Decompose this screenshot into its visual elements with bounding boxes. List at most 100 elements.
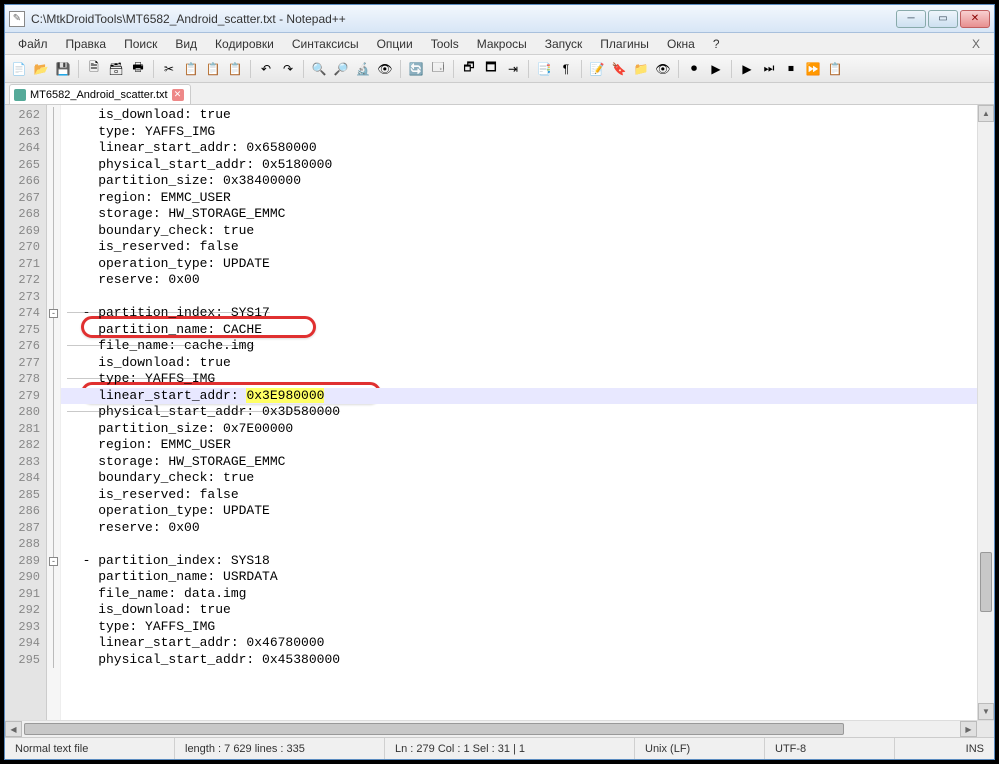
code-line[interactable]: is_reserved: false: [61, 487, 977, 504]
code-line[interactable]: partition_size: 0x7E00000: [61, 421, 977, 438]
code-line[interactable]: type: YAFFS_IMG: [61, 619, 977, 636]
code-line[interactable]: type: YAFFS_IMG: [61, 124, 977, 141]
toolbar-button-17[interactable]: 🗔: [428, 59, 448, 79]
code-line[interactable]: linear_start_addr: 0x46780000: [61, 635, 977, 652]
toolbar-button-5[interactable]: 🖶: [128, 59, 148, 79]
scroll-up-button[interactable]: ▲: [978, 105, 994, 122]
toolbar-button-22[interactable]: ¶: [556, 59, 576, 79]
code-line[interactable]: boundary_check: true: [61, 223, 977, 240]
toolbar-button-7[interactable]: 📋: [181, 59, 201, 79]
code-area[interactable]: is_download: true type: YAFFS_IMG linear…: [61, 105, 977, 720]
toolbar-button-33[interactable]: 📋: [825, 59, 845, 79]
toolbar-button-32[interactable]: ⏩: [803, 59, 823, 79]
menu-плагины[interactable]: Плагины: [593, 35, 656, 53]
code-line[interactable]: is_download: true: [61, 602, 977, 619]
code-line[interactable]: type: YAFFS_IMG: [61, 371, 977, 388]
menu-окна[interactable]: Окна: [660, 35, 702, 53]
vscroll-track[interactable]: [978, 122, 994, 703]
code-line[interactable]: region: EMMC_USER: [61, 437, 977, 454]
toolbar-button-4[interactable]: 🗃: [106, 59, 126, 79]
menu-правка[interactable]: Правка: [59, 35, 114, 53]
menu-?[interactable]: ?: [706, 35, 727, 53]
toolbar-button-18[interactable]: 🗗: [459, 59, 479, 79]
scroll-right-button[interactable]: ▶: [960, 721, 977, 737]
code-line[interactable]: file_name: data.img: [61, 586, 977, 603]
vertical-scrollbar[interactable]: ▲ ▼: [977, 105, 994, 720]
menu-файл[interactable]: Файл: [11, 35, 55, 53]
menubar-close[interactable]: X: [964, 35, 988, 53]
code-line[interactable]: partition_size: 0x38400000: [61, 173, 977, 190]
toolbar-button-16[interactable]: 🔄: [406, 59, 426, 79]
code-line[interactable]: operation_type: UPDATE: [61, 256, 977, 273]
menu-поиск[interactable]: Поиск: [117, 35, 164, 53]
tab-close-button[interactable]: ✕: [172, 89, 184, 101]
code-line[interactable]: storage: HW_STORAGE_EMMC: [61, 454, 977, 471]
code-line[interactable]: partition_name: CACHE: [61, 322, 977, 339]
code-line[interactable]: is_reserved: false: [61, 239, 977, 256]
toolbar-button-9[interactable]: 📋: [225, 59, 245, 79]
menu-макросы[interactable]: Макросы: [470, 35, 534, 53]
toolbar-button-31[interactable]: ⏹: [781, 59, 801, 79]
editor[interactable]: 2622632642652662672682692702712722732742…: [5, 105, 994, 720]
code-line[interactable]: linear_start_addr: 0x3E980000: [61, 388, 977, 405]
toolbar-button-19[interactable]: 🗖: [481, 59, 501, 79]
close-button[interactable]: ✕: [960, 10, 990, 28]
hscroll-track[interactable]: [22, 721, 960, 737]
vscroll-thumb[interactable]: [980, 552, 992, 612]
toolbar-button-20[interactable]: ⇥: [503, 59, 523, 79]
horizontal-scrollbar[interactable]: ◀ ▶: [5, 721, 977, 737]
toolbar-button-30[interactable]: ⏭: [759, 59, 779, 79]
toolbar-button-6[interactable]: ✂: [159, 59, 179, 79]
menu-опции[interactable]: Опции: [370, 35, 420, 53]
menu-синтаксисы[interactable]: Синтаксисы: [285, 35, 366, 53]
code-line[interactable]: operation_type: UPDATE: [61, 503, 977, 520]
toolbar-button-3[interactable]: 🗎: [84, 59, 104, 79]
code-line[interactable]: storage: HW_STORAGE_EMMC: [61, 206, 977, 223]
code-line[interactable]: linear_start_addr: 0x6580000: [61, 140, 977, 157]
code-line[interactable]: [61, 289, 977, 306]
toolbar-button-11[interactable]: ↷: [278, 59, 298, 79]
toolbar-button-12[interactable]: 🔍: [309, 59, 329, 79]
menu-вид[interactable]: Вид: [168, 35, 204, 53]
document-tab[interactable]: MT6582_Android_scatter.txt ✕: [9, 84, 191, 104]
toolbar-button-23[interactable]: 📝: [587, 59, 607, 79]
code-line[interactable]: physical_start_addr: 0x5180000: [61, 157, 977, 174]
code-line[interactable]: reserve: 0x00: [61, 520, 977, 537]
code-line[interactable]: boundary_check: true: [61, 470, 977, 487]
toolbar-button-26[interactable]: 👁: [653, 59, 673, 79]
toolbar-button-25[interactable]: 📁: [631, 59, 651, 79]
scroll-left-button[interactable]: ◀: [5, 721, 22, 737]
code-line[interactable]: - partition_index: SYS18: [61, 553, 977, 570]
menu-кодировки[interactable]: Кодировки: [208, 35, 281, 53]
toolbar-button-15[interactable]: 👁: [375, 59, 395, 79]
toolbar-button-13[interactable]: 🔎: [331, 59, 351, 79]
toolbar-button-1[interactable]: 📂: [31, 59, 51, 79]
toolbar-button-21[interactable]: 📑: [534, 59, 554, 79]
toolbar-button-10[interactable]: ↶: [256, 59, 276, 79]
menu-запуск[interactable]: Запуск: [538, 35, 590, 53]
fold-toggle[interactable]: -: [49, 309, 58, 318]
scroll-down-button[interactable]: ▼: [978, 703, 994, 720]
hscroll-thumb[interactable]: [24, 723, 844, 735]
toolbar-button-2[interactable]: 💾: [53, 59, 73, 79]
toolbar-button-8[interactable]: 📋: [203, 59, 223, 79]
code-line[interactable]: reserve: 0x00: [61, 272, 977, 289]
toolbar-button-14[interactable]: 🔬: [353, 59, 373, 79]
code-line[interactable]: partition_name: USRDATA: [61, 569, 977, 586]
code-line[interactable]: - partition_index: SYS17: [61, 305, 977, 322]
maximize-button[interactable]: ▭: [928, 10, 958, 28]
toolbar-button-29[interactable]: ▶: [737, 59, 757, 79]
minimize-button[interactable]: ─: [896, 10, 926, 28]
fold-toggle[interactable]: -: [49, 557, 58, 566]
code-line[interactable]: physical_start_addr: 0x45380000: [61, 652, 977, 669]
menu-tools[interactable]: Tools: [424, 35, 466, 53]
code-line[interactable]: is_download: true: [61, 355, 977, 372]
code-line[interactable]: is_download: true: [61, 107, 977, 124]
code-line[interactable]: region: EMMC_USER: [61, 190, 977, 207]
code-line[interactable]: physical_start_addr: 0x3D580000: [61, 404, 977, 421]
toolbar-button-28[interactable]: ▶: [706, 59, 726, 79]
toolbar-button-24[interactable]: 🔖: [609, 59, 629, 79]
code-line[interactable]: [61, 536, 977, 553]
toolbar-button-0[interactable]: 📄: [9, 59, 29, 79]
code-line[interactable]: file_name: cache.img: [61, 338, 977, 355]
